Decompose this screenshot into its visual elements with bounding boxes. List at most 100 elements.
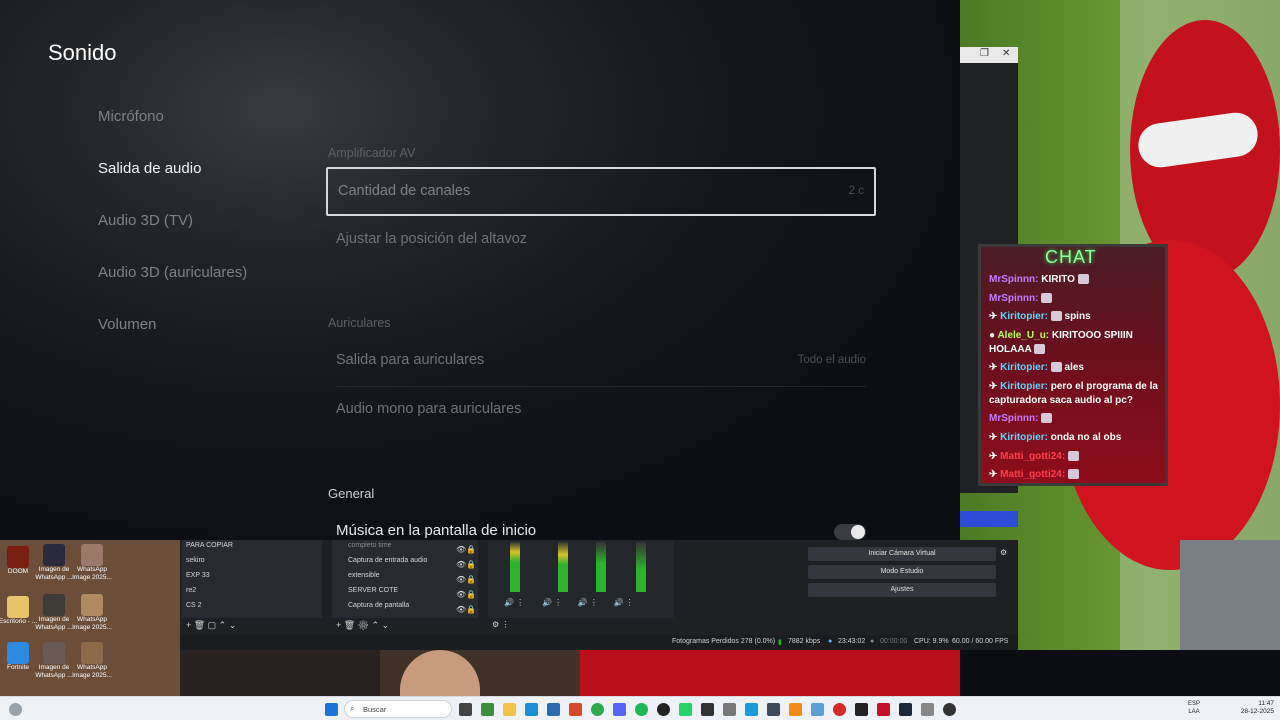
scene-item[interactable]: re2 (186, 587, 196, 594)
desktop-icon-doom[interactable]: DOOM (0, 546, 38, 576)
setting-headphone-output[interactable]: Salida para auriculares Todo el audio (326, 338, 876, 387)
start-icon[interactable] (325, 703, 338, 716)
task-view-icon[interactable] (459, 703, 472, 716)
desktop-icon-image[interactable]: Imagen de WhatsApp ... (34, 642, 74, 680)
bitrate: 7882 kbps (788, 638, 821, 645)
visibility-lock-icons[interactable]: 👁🔒 👁🔒 👁🔒 👁🔒 👁🔒 (456, 542, 476, 617)
app-icon[interactable] (811, 703, 824, 716)
desktop-icon-fortnite[interactable]: Fortnite (0, 642, 38, 672)
scene-item[interactable]: sekiro (186, 557, 205, 564)
scene-item[interactable]: EXP 33 (186, 572, 210, 579)
desktop: DOOM Imagen de WhatsApp ... WhatsApp Ima… (0, 540, 180, 688)
setting-mono-audio[interactable]: Audio mono para auriculares (326, 387, 876, 436)
emote-icon (1077, 274, 1089, 285)
whatsapp-icon[interactable] (679, 703, 692, 716)
chat-message: ✈ Kiritopier: ales (989, 362, 1084, 373)
section-heading-general: General (328, 486, 375, 501)
clock[interactable]: 11:47 28-12-2025 (1241, 700, 1274, 716)
section-heading-headphones: Auriculares (328, 316, 391, 330)
source-item[interactable]: Captura de pantalla (348, 602, 409, 609)
live-icon: ● (828, 638, 833, 645)
nav-item-audio-output[interactable]: Salida de audio (98, 160, 201, 177)
language-indicator[interactable]: ESP LAA (1188, 700, 1200, 716)
section-heading-amplifier: Amplificador AV (328, 146, 416, 160)
setting-home-music[interactable]: Música en la pantalla de inicio (326, 508, 876, 540)
search-icon: ⌕ (350, 704, 355, 713)
settings-button[interactable]: Ajustes (808, 583, 996, 597)
mixer-toolbar[interactable]: ⚙ ⋮ (492, 620, 509, 629)
app-icon[interactable] (481, 703, 494, 716)
app-icon[interactable] (943, 703, 956, 716)
restore-icon[interactable]: ❐ (980, 48, 989, 59)
office-icon[interactable] (569, 703, 582, 716)
app-icon[interactable] (833, 703, 846, 716)
scene-toolbar[interactable]: + 🗑 ▢ ⌃ ⌄ (186, 620, 236, 631)
home-music-toggle[interactable] (834, 524, 866, 540)
desktop-icon-image[interactable]: WhatsApp Image 2025... (72, 544, 112, 582)
source-item[interactable]: Captura de entrada audio (348, 557, 427, 564)
window-title-strip: ❐ ✕ (960, 47, 1018, 63)
discord-icon[interactable] (613, 703, 626, 716)
search-input[interactable]: ⌕ Buscar (344, 700, 452, 718)
setting-label: Ajustar la posición del altavoz (336, 231, 528, 247)
webcam-feed (380, 650, 580, 696)
setting-speaker-position[interactable]: Ajustar la posición del altavoz (326, 217, 876, 266)
chat-message: ✈ Kiritopier: onda no al obs (989, 432, 1122, 443)
terminal-icon[interactable] (701, 703, 714, 716)
source-item[interactable]: completo time (348, 542, 392, 549)
nav-item-3d-audio-headphones[interactable]: Audio 3D (auriculares) (98, 264, 247, 281)
widgets-icon[interactable] (9, 703, 22, 716)
app-icon[interactable] (767, 703, 780, 716)
scene-item[interactable]: CS 2 (186, 602, 202, 609)
app-icon[interactable] (745, 703, 758, 716)
obs-status-bar: Fotogramas Perdidos 278 (0.0%) ▮ 7882 kb… (180, 635, 1018, 650)
source-toolbar[interactable]: + 🗑 ⚙ ⌃ ⌄ (336, 620, 389, 631)
emote-icon (1034, 344, 1046, 355)
folder-icon[interactable] (503, 703, 516, 716)
setting-channel-count[interactable]: Cantidad de canales 2 c (326, 167, 876, 216)
nav-item-volume[interactable]: Volumen (98, 316, 156, 333)
app-icon[interactable] (877, 703, 890, 716)
chat-message: ✈ Matti_gotti24: (989, 450, 1161, 464)
scene-item[interactable]: PARA COPIAR (186, 542, 233, 549)
search-placeholder: Buscar (363, 705, 387, 714)
steam-icon[interactable] (899, 703, 912, 716)
ps5-sound-settings: Sonido Micrófono Salida de audio Audio 3… (0, 0, 960, 540)
start-virtual-camera-button[interactable]: Iniciar Cámara Virtual (808, 547, 996, 561)
mixer-controls[interactable]: 🔊 ⋮ 🔊 ⋮ 🔊 ⋮ 🔊 ⋮ (504, 598, 634, 607)
chat-message: ✈ Kiritopier: pero el programa de la cap… (989, 381, 1158, 406)
app-icon[interactable] (789, 703, 802, 716)
obs-icon[interactable] (657, 703, 670, 716)
chat-message: MrSpinnn: KIRITO (989, 273, 1161, 287)
source-item[interactable]: extensible (348, 572, 380, 579)
nav-item-microphone[interactable]: Micrófono (98, 108, 164, 125)
emote-icon (1067, 469, 1079, 480)
chat-message: ✈ Matti_gotti24: (989, 468, 1161, 482)
desktop-icon-image[interactable]: WhatsApp Image 2025... (72, 642, 112, 680)
studio-mode-button[interactable]: Modo Estudio (808, 565, 996, 579)
emote-icon (1041, 413, 1053, 424)
cpu-usage: CPU: 9.9% (914, 638, 949, 645)
source-item[interactable]: SERVER COTE (348, 587, 398, 594)
edge-icon[interactable] (525, 703, 538, 716)
desktop-icon-folder[interactable]: Escritorio - ... (0, 596, 38, 626)
nav-item-3d-audio-tv[interactable]: Audio 3D (TV) (98, 212, 193, 229)
setting-label: Cantidad de canales (338, 183, 471, 199)
app-icon[interactable] (723, 703, 736, 716)
chrome-icon[interactable] (591, 703, 604, 716)
desktop-icon-image[interactable]: WhatsApp Image 2025... (72, 594, 112, 632)
store-icon[interactable] (547, 703, 560, 716)
spotify-icon[interactable] (635, 703, 648, 716)
record-time: 00:00:00 (880, 638, 908, 645)
emote-icon (1041, 293, 1053, 304)
desktop-icon-image[interactable]: Imagen de WhatsApp ... (34, 544, 74, 582)
gear-icon[interactable]: ⚙ (1000, 548, 1007, 557)
desktop-icon-image[interactable]: Imagen de WhatsApp ... (34, 594, 74, 632)
app-icon[interactable] (855, 703, 868, 716)
live-time: 23:43:02 (838, 638, 866, 645)
settings-gear-icon[interactable] (921, 703, 934, 716)
emote-icon (1050, 362, 1062, 373)
setting-label: Música en la pantalla de inicio (336, 522, 537, 539)
chat-message: MrSpinnn: (989, 412, 1161, 426)
close-icon[interactable]: ✕ (1002, 48, 1010, 59)
